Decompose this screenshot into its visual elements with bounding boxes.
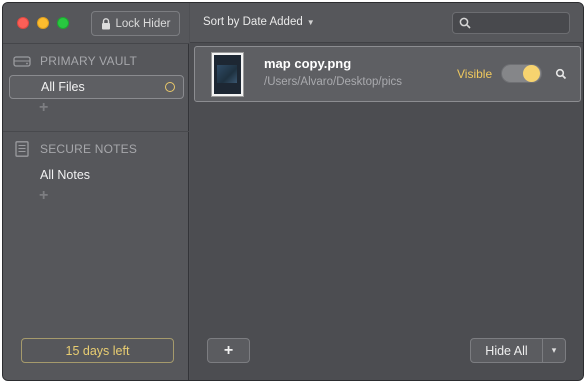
sidebar-item-all-files[interactable]: All Files xyxy=(9,75,184,99)
chevron-down-icon: ▾ xyxy=(551,345,557,355)
sidebar: Lock Hider PRIMARY VAULT All Files + SEC… xyxy=(3,3,189,380)
image-preview xyxy=(214,55,241,94)
sidebar-item-label: All Files xyxy=(41,80,85,94)
file-path: /Users/Alvaro/Desktop/pics xyxy=(264,76,403,88)
add-file-button[interactable]: + xyxy=(207,338,250,363)
maximize-window-button[interactable] xyxy=(57,17,69,29)
reveal-in-finder-icon[interactable] xyxy=(554,67,568,81)
visibility-toggle[interactable] xyxy=(501,64,542,83)
file-row[interactable]: map copy.png /Users/Alvaro/Desktop/pics … xyxy=(194,46,581,102)
lock-hider-button[interactable]: Lock Hider xyxy=(91,11,180,36)
search-input[interactable] xyxy=(475,17,565,29)
add-vault-item-button[interactable]: + xyxy=(39,99,48,117)
main-toolbar: Sort by Date Added ▼ xyxy=(190,3,583,43)
secure-notes-label: SECURE NOTES xyxy=(40,142,138,156)
hider-window: Lock Hider PRIMARY VAULT All Files + SEC… xyxy=(2,2,584,381)
toggle-knob xyxy=(523,65,540,82)
add-note-button[interactable]: + xyxy=(39,187,48,205)
sidebar-item-label: All Notes xyxy=(40,168,91,182)
close-window-button[interactable] xyxy=(17,17,29,29)
search-field[interactable] xyxy=(452,12,570,34)
primary-vault-header: PRIMARY VAULT xyxy=(13,53,137,69)
main-panel: Sort by Date Added ▼ map copy.png /Users… xyxy=(190,3,583,380)
status-dot-icon xyxy=(165,82,175,92)
hide-all-group: Hide All ▾ xyxy=(470,338,566,363)
minimize-window-button[interactable] xyxy=(37,17,49,29)
trial-days-left-button[interactable]: 15 days left xyxy=(21,338,174,363)
lock-icon xyxy=(101,17,110,29)
sidebar-toolbar: Lock Hider xyxy=(3,3,189,43)
secure-notes-header: SECURE NOTES xyxy=(13,141,137,157)
sort-dropdown[interactable]: Sort by Date Added ▼ xyxy=(203,16,315,28)
search-icon xyxy=(459,17,471,29)
hide-options-dropdown[interactable]: ▾ xyxy=(543,339,565,362)
sidebar-separator xyxy=(3,131,189,132)
visibility-status: Visible xyxy=(457,67,493,81)
primary-vault-label: PRIMARY VAULT xyxy=(40,54,138,68)
hide-all-button[interactable]: Hide All xyxy=(471,339,543,362)
file-name: map copy.png xyxy=(264,56,352,71)
file-thumbnail xyxy=(211,52,244,97)
drive-icon xyxy=(13,56,31,67)
sidebar-item-all-notes[interactable]: All Notes xyxy=(9,163,184,187)
chevron-down-icon: ▼ xyxy=(306,17,315,27)
sidebar-divider xyxy=(3,43,189,44)
sort-label: Sort by Date Added xyxy=(203,16,303,28)
notes-icon xyxy=(15,141,29,157)
lock-hider-label: Lock Hider xyxy=(115,17,171,30)
